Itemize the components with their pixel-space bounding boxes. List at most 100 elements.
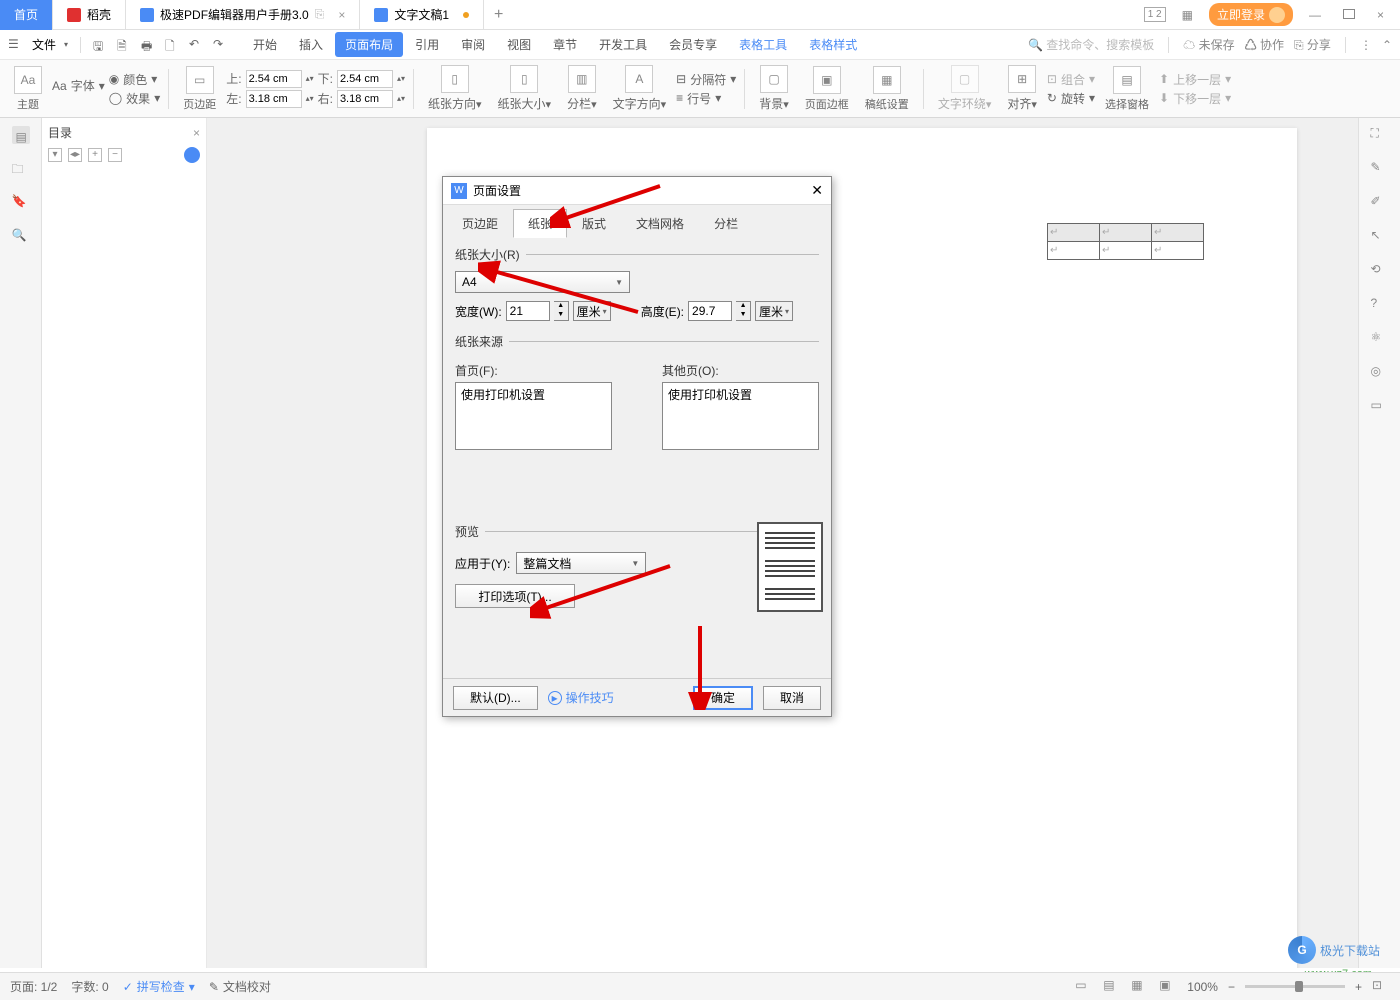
rotate-dropdown[interactable]: ↻ 旋转 ▾: [1047, 90, 1095, 107]
tab-paper[interactable]: 纸张: [513, 209, 567, 238]
toc-tool-2[interactable]: ◂▸: [68, 148, 82, 162]
tab-pin-icon[interactable]: ⎘: [315, 7, 325, 22]
view-mode-3-icon[interactable]: ▦: [1131, 978, 1149, 996]
tab-margins[interactable]: 页边距: [447, 209, 513, 238]
orientation-icon[interactable]: ▯: [441, 65, 469, 93]
group-dropdown[interactable]: ⊡ 组合 ▾: [1047, 71, 1095, 88]
close-button[interactable]: ×: [1371, 8, 1390, 22]
tab-layout[interactable]: 版式: [567, 209, 621, 238]
location-icon[interactable]: ◎: [1371, 364, 1389, 382]
print-options-button[interactable]: 打印选项(T)...: [455, 584, 575, 608]
folder-icon[interactable]: 🗀: [12, 160, 30, 178]
menu-icon[interactable]: ☰: [8, 37, 24, 53]
menu-chapter[interactable]: 章节: [543, 32, 587, 57]
outline-icon[interactable]: ▤: [12, 126, 30, 144]
help-icon[interactable]: ?: [1371, 296, 1389, 314]
minimize-button[interactable]: —: [1303, 8, 1327, 22]
document-table[interactable]: ↵↵↵ ↵↵↵: [1047, 223, 1204, 260]
close-icon[interactable]: ×: [193, 126, 200, 140]
bookmark-icon[interactable]: 🔖: [12, 194, 30, 212]
print-icon[interactable]: 🖶: [141, 37, 157, 53]
assistant-icon[interactable]: ✎: [1371, 160, 1389, 178]
cancel-button[interactable]: 取消: [763, 686, 821, 710]
tab-document1[interactable]: 文字文稿1: [360, 0, 484, 30]
proofread-button[interactable]: ✎ 文档校对: [209, 978, 271, 995]
effect-dropdown[interactable]: ◯ 效果 ▾: [109, 90, 160, 107]
height-input[interactable]: [688, 301, 732, 321]
zoom-value[interactable]: 100%: [1187, 980, 1218, 994]
zoom-slider[interactable]: [1245, 985, 1345, 988]
menu-table-style[interactable]: 表格样式: [799, 32, 867, 57]
print-preview-icon[interactable]: 🗋: [165, 37, 181, 53]
page-border-icon[interactable]: ▣: [813, 66, 841, 94]
file-menu[interactable]: 文件: [32, 36, 56, 53]
font-dropdown[interactable]: Aa 字体 ▾: [52, 77, 105, 94]
other-pages-list[interactable]: 使用打印机设置: [662, 382, 819, 450]
grid-paper-icon[interactable]: ▦: [873, 66, 901, 94]
color-dropdown[interactable]: ◉ 颜色 ▾: [109, 71, 160, 88]
align-icon[interactable]: ⊞: [1008, 65, 1036, 93]
menu-member[interactable]: 会员专享: [659, 32, 727, 57]
spellcheck-toggle[interactable]: ✓ 拼写检查 ▾: [123, 978, 195, 995]
layout-switch-icon[interactable]: 1 2: [1144, 7, 1166, 22]
width-input[interactable]: [506, 301, 550, 321]
breaks-dropdown[interactable]: ⊟ 分隔符 ▾: [676, 71, 736, 88]
margins-icon[interactable]: ▭: [186, 66, 214, 94]
margin-left-input[interactable]: [246, 90, 302, 108]
menu-devtools[interactable]: 开发工具: [589, 32, 657, 57]
width-unit[interactable]: 厘米▾: [573, 301, 611, 321]
menu-review[interactable]: 审阅: [451, 32, 495, 57]
read-icon[interactable]: ▭: [1371, 398, 1389, 416]
paper-size-combo[interactable]: A4▼: [455, 271, 630, 293]
redo-icon[interactable]: ↷: [213, 37, 229, 53]
toc-tool-4[interactable]: −: [108, 148, 122, 162]
tab-home[interactable]: 首页: [0, 0, 53, 30]
margin-right-input[interactable]: [337, 90, 393, 108]
zoom-out-button[interactable]: −: [1228, 980, 1235, 994]
toc-tool-1[interactable]: ▾: [48, 148, 62, 162]
first-page-list[interactable]: 使用打印机设置: [455, 382, 612, 450]
width-down[interactable]: ▼: [554, 311, 568, 320]
margin-top-input[interactable]: [246, 70, 302, 88]
tab-daoke[interactable]: 稻壳: [53, 0, 126, 30]
apply-to-combo[interactable]: 整篇文档▼: [516, 552, 646, 574]
fit-icon[interactable]: ⊡: [1372, 978, 1390, 996]
paper-size-icon[interactable]: ▯: [510, 65, 538, 93]
menu-view[interactable]: 视图: [497, 32, 541, 57]
expand-icon[interactable]: ⛶: [1371, 126, 1389, 144]
settings-icon[interactable]: ⟲: [1371, 262, 1389, 280]
word-count[interactable]: 字数: 0: [71, 978, 108, 995]
view-mode-4-icon[interactable]: ▣: [1159, 978, 1177, 996]
feature-icon[interactable]: ⚛: [1371, 330, 1389, 348]
menu-references[interactable]: 引用: [405, 32, 449, 57]
tab-grid[interactable]: 文档网格: [621, 209, 699, 238]
selection-pane-icon[interactable]: ▤: [1113, 66, 1141, 94]
default-button[interactable]: 默认(D)...: [453, 686, 538, 710]
menu-page-layout[interactable]: 页面布局: [335, 32, 403, 57]
select-icon[interactable]: ↖: [1371, 228, 1389, 246]
save-as-icon[interactable]: 🗎: [117, 37, 133, 53]
text-direction-icon[interactable]: A: [625, 65, 653, 93]
tab-columns[interactable]: 分栏: [699, 209, 753, 238]
unsaved-indicator[interactable]: ☁ 未保存: [1183, 36, 1234, 53]
collab-button[interactable]: ♺ 协作: [1245, 36, 1284, 53]
height-unit[interactable]: 厘米▾: [755, 301, 793, 321]
search-icon[interactable]: 🔍: [12, 228, 30, 246]
search-box[interactable]: 🔍 查找命令、搜索模板: [1028, 36, 1154, 53]
toc-badge-icon[interactable]: [184, 147, 200, 163]
theme-icon[interactable]: Aa: [14, 66, 42, 94]
columns-icon[interactable]: ▥: [568, 65, 596, 93]
toc-tool-3[interactable]: +: [88, 148, 102, 162]
share-button[interactable]: ⎘ 分享: [1294, 36, 1331, 53]
edit-icon[interactable]: ✐: [1371, 194, 1389, 212]
page-indicator[interactable]: 页面: 1/2: [10, 978, 57, 995]
collapse-ribbon-icon[interactable]: ⌃: [1382, 38, 1392, 52]
zoom-in-button[interactable]: +: [1355, 980, 1362, 994]
tips-link[interactable]: ▸操作技巧: [548, 689, 614, 706]
dialog-titlebar[interactable]: W 页面设置 ✕: [443, 177, 831, 205]
height-down[interactable]: ▼: [736, 311, 750, 320]
view-mode-2-icon[interactable]: ▤: [1103, 978, 1121, 996]
dialog-close-button[interactable]: ✕: [811, 182, 823, 199]
height-up[interactable]: ▲: [736, 302, 750, 311]
margin-bottom-input[interactable]: [337, 70, 393, 88]
